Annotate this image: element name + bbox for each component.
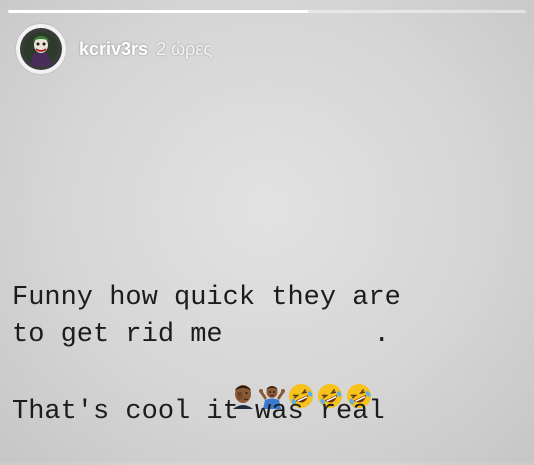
rofl-emoji-icon xyxy=(287,328,315,408)
story-header: kcriv3rs 2 ώρες xyxy=(16,24,212,74)
story-progress-fill xyxy=(8,10,309,13)
caption-line-2-period: . xyxy=(373,320,390,350)
caption-line-2-text: to get rid me xyxy=(12,320,223,350)
rofl-emoji-icon xyxy=(316,328,344,408)
caption-line-3: That's cool it was real xyxy=(12,397,385,427)
caption-line-2: to get rid me . xyxy=(12,320,390,409)
post-timestamp: 2 ώρες xyxy=(156,38,213,59)
rofl-emoji-icon xyxy=(345,328,373,408)
shrug-emoji-icon xyxy=(258,328,286,409)
username[interactable]: kcriv3rs xyxy=(79,39,148,60)
emoji-row xyxy=(229,328,374,409)
avatar[interactable] xyxy=(16,24,66,74)
facepalm-emoji-icon xyxy=(229,328,257,409)
caption-line-1: Funny how quick they are xyxy=(12,283,401,313)
story-progress-bar xyxy=(8,10,526,13)
joker-avatar-icon xyxy=(20,28,62,70)
